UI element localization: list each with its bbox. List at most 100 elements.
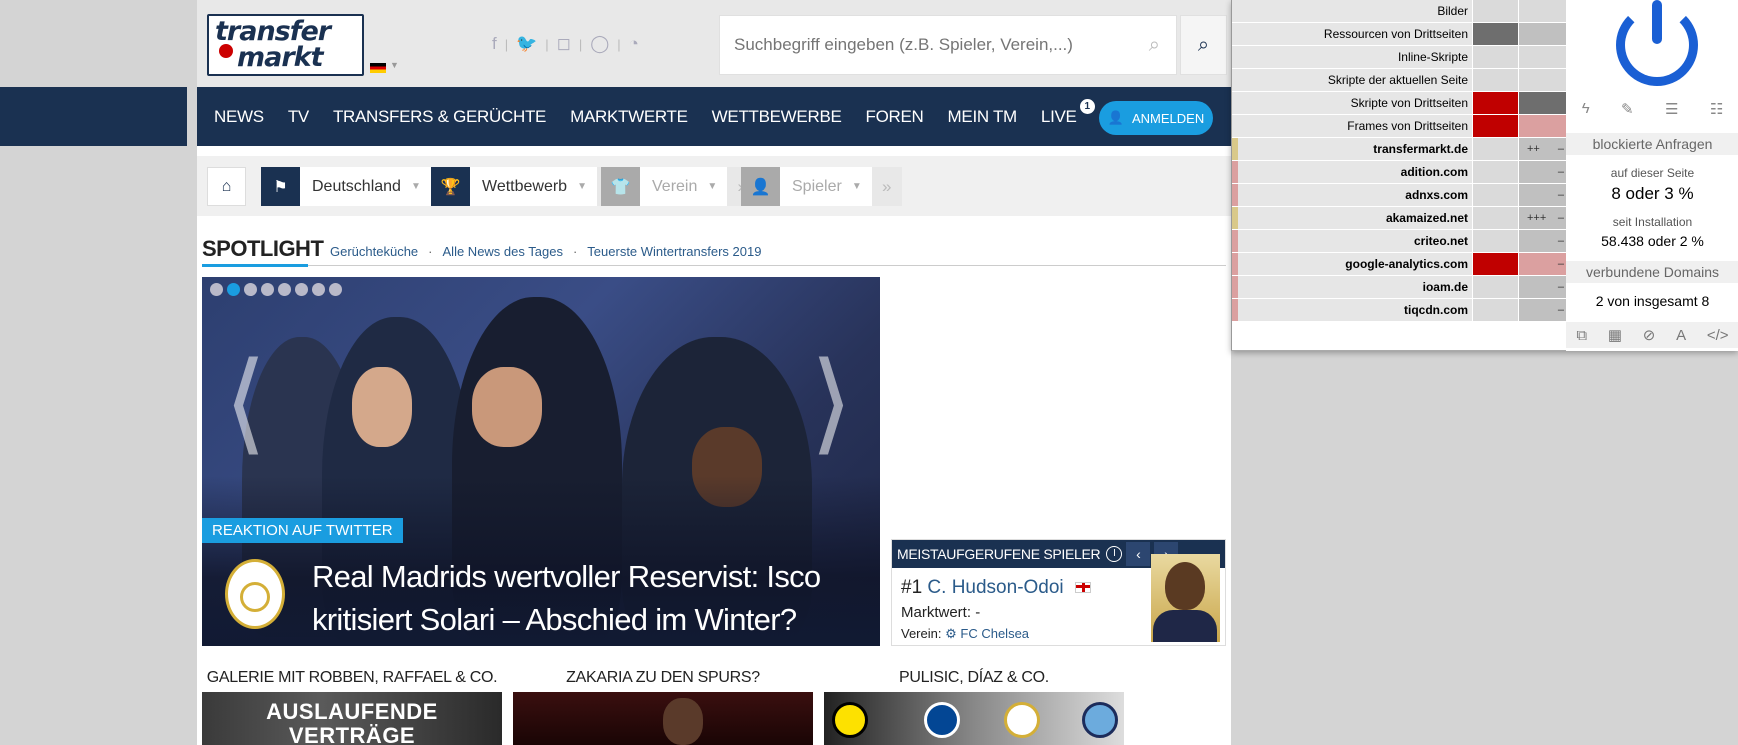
matrix-cell[interactable] (1472, 161, 1518, 183)
eye-off-icon[interactable]: ⊘ (1643, 326, 1656, 344)
matrix-domain-row[interactable]: akamaized.net +++ – (1232, 207, 1566, 230)
hero-headline[interactable]: Real Madrids wertvoller Reservist: Isco … (312, 555, 832, 641)
slide-dot[interactable] (244, 283, 257, 296)
matrix-category-row[interactable]: Skripte der aktuellen Seite (1232, 69, 1566, 92)
matrix-category-row[interactable]: Frames von Drittseiten (1232, 115, 1566, 138)
club-link[interactable]: FC Chelsea (960, 626, 1029, 641)
home-button[interactable]: ⌂ (207, 167, 246, 206)
matrix-cell[interactable]: – (1518, 184, 1566, 206)
matrix-cell[interactable] (1472, 0, 1518, 22)
matrix-domain-row[interactable]: criteo.net – (1232, 230, 1566, 253)
advanced-search-button[interactable]: ⌕ (1180, 15, 1227, 75)
matrix-row-label[interactable]: Ressourcen von Drittseiten (1238, 23, 1472, 45)
slide-dot[interactable] (278, 283, 291, 296)
matrix-row-label[interactable]: google-analytics.com (1238, 253, 1472, 275)
collapse-icon[interactable]: – (1558, 161, 1564, 183)
slide-dot[interactable] (295, 283, 308, 296)
matrix-domain-row[interactable]: adnxs.com – (1232, 184, 1566, 207)
matrix-cell[interactable] (1518, 23, 1566, 45)
matrix-row-label[interactable]: tiqcdn.com (1238, 299, 1472, 321)
matrix-cell[interactable]: ++ – (1518, 138, 1566, 160)
player-link[interactable]: C. Hudson-Odoi (927, 577, 1063, 598)
matrix-cell[interactable] (1518, 115, 1566, 137)
collapse-icon[interactable]: – (1558, 230, 1564, 252)
gallery-image-2[interactable] (513, 692, 813, 745)
collapse-icon[interactable]: – (1558, 253, 1564, 275)
matrix-domain-row[interactable]: google-analytics.com – (1232, 253, 1566, 276)
prev-arrow-icon[interactable]: ⟨ (224, 347, 267, 457)
matrix-row-label[interactable]: akamaized.net (1238, 207, 1472, 229)
matrix-cell[interactable] (1472, 253, 1518, 275)
matrix-cell[interactable] (1472, 115, 1518, 137)
login-button[interactable]: 👤 ANMELDEN (1099, 101, 1213, 135)
germany-flag-icon[interactable] (370, 63, 386, 73)
matrix-row-label[interactable]: Skripte von Drittseiten (1238, 92, 1472, 114)
matrix-cell[interactable]: – (1518, 276, 1566, 298)
nav-item-mein-tm[interactable]: MEIN TM (948, 107, 1018, 127)
matrix-domain-row[interactable]: transfermarkt.de ++ – (1232, 138, 1566, 161)
matrix-category-row[interactable]: Bilder (1232, 0, 1566, 23)
slide-dot[interactable] (329, 283, 342, 296)
collapse-icon[interactable]: – (1558, 207, 1564, 229)
matrix-cell[interactable] (1472, 299, 1518, 321)
matrix-row-label[interactable]: transfermarkt.de (1238, 138, 1472, 160)
next-arrow-icon[interactable]: ⟩ (810, 347, 853, 457)
select-competition[interactable]: 🏆 Wettbewerb▼ » (431, 167, 627, 206)
code-icon[interactable]: </> (1707, 327, 1729, 344)
link-teuerste-wintertransfers[interactable]: Teuerste Wintertransfers 2019 (587, 244, 761, 259)
matrix-row-label[interactable]: criteo.net (1238, 230, 1472, 252)
rss-icon[interactable]: ◔ (629, 34, 639, 54)
collapse-icon[interactable]: – (1558, 276, 1564, 298)
matrix-cell[interactable] (1472, 207, 1518, 229)
list-icon[interactable]: ☰ (1665, 100, 1678, 118)
nav-item-wettbewerbe[interactable]: WETTBEWERBE (712, 107, 842, 127)
matrix-cell[interactable]: – (1518, 299, 1566, 321)
link-alle-news[interactable]: Alle News des Tages (443, 244, 563, 259)
matrix-row-label[interactable]: ioam.de (1238, 276, 1472, 298)
hero-slider[interactable]: ⟨ ⟩ REAKTION AUF TWITTER Real Madrids we… (202, 277, 880, 646)
whatsapp-icon[interactable]: ◯ (590, 34, 609, 54)
chevron-down-icon[interactable]: ▼ (390, 60, 399, 70)
matrix-row-label[interactable]: Bilder (1238, 0, 1472, 22)
matrix-domain-row[interactable]: tiqcdn.com – (1232, 299, 1566, 322)
font-icon[interactable]: A (1676, 327, 1686, 344)
settings-sliders-icon[interactable]: ☷ (1710, 100, 1723, 118)
instagram-icon[interactable]: ◻ (557, 34, 571, 54)
matrix-cell[interactable] (1472, 69, 1518, 91)
matrix-category-row[interactable]: Ressourcen von Drittseiten (1232, 23, 1566, 46)
nav-item-tv[interactable]: TV (288, 107, 309, 127)
facebook-icon[interactable]: f (492, 34, 497, 54)
double-chevron-right-icon[interactable]: » (871, 167, 902, 206)
collapse-icon[interactable]: – (1558, 184, 1564, 206)
matrix-row-label[interactable]: Skripte der aktuellen Seite (1238, 69, 1472, 91)
gallery-image-1[interactable]: AUSLAUFENDE VERTRÄGE (202, 692, 502, 745)
lightning-icon[interactable]: ϟ (1582, 100, 1590, 118)
search-input[interactable] (720, 35, 1120, 55)
matrix-cell[interactable] (1518, 69, 1566, 91)
nav-item-foren[interactable]: FOREN (866, 107, 924, 127)
matrix-category-row[interactable]: Inline-Skripte (1232, 46, 1566, 69)
matrix-cell[interactable] (1472, 138, 1518, 160)
collapse-icon[interactable]: – (1558, 138, 1564, 160)
gallery-title-3[interactable]: PULISIC, DÍAZ & CO. (824, 669, 1124, 687)
matrix-cell[interactable] (1518, 46, 1566, 68)
eyedropper-icon[interactable]: ✎ (1621, 100, 1634, 118)
twitter-icon[interactable]: 🐦 (516, 34, 537, 54)
select-club[interactable]: 👕 Verein▼ » (601, 167, 758, 206)
matrix-cell[interactable] (1472, 46, 1518, 68)
matrix-cell[interactable]: – (1518, 161, 1566, 183)
matrix-row-label[interactable]: adition.com (1238, 161, 1472, 183)
film-icon[interactable]: ▦ (1608, 326, 1622, 344)
matrix-domain-row[interactable]: ioam.de – (1232, 276, 1566, 299)
matrix-cell[interactable] (1518, 0, 1566, 22)
matrix-category-row[interactable]: Skripte von Drittseiten (1232, 92, 1566, 115)
gallery-title-1[interactable]: GALERIE MIT ROBBEN, RAFFAEL & CO. (202, 669, 502, 687)
matrix-cell[interactable] (1472, 276, 1518, 298)
nav-item-live[interactable]: LIVE 1 (1041, 98, 1095, 127)
gallery-image-3[interactable] (824, 692, 1124, 745)
matrix-cell[interactable] (1472, 184, 1518, 206)
matrix-cell[interactable]: – (1518, 253, 1566, 275)
nav-item-transfers[interactable]: TRANSFERS & GERÜCHTE (333, 107, 546, 127)
slide-dot-active[interactable] (227, 283, 240, 296)
matrix-domain-row[interactable]: adition.com – (1232, 161, 1566, 184)
